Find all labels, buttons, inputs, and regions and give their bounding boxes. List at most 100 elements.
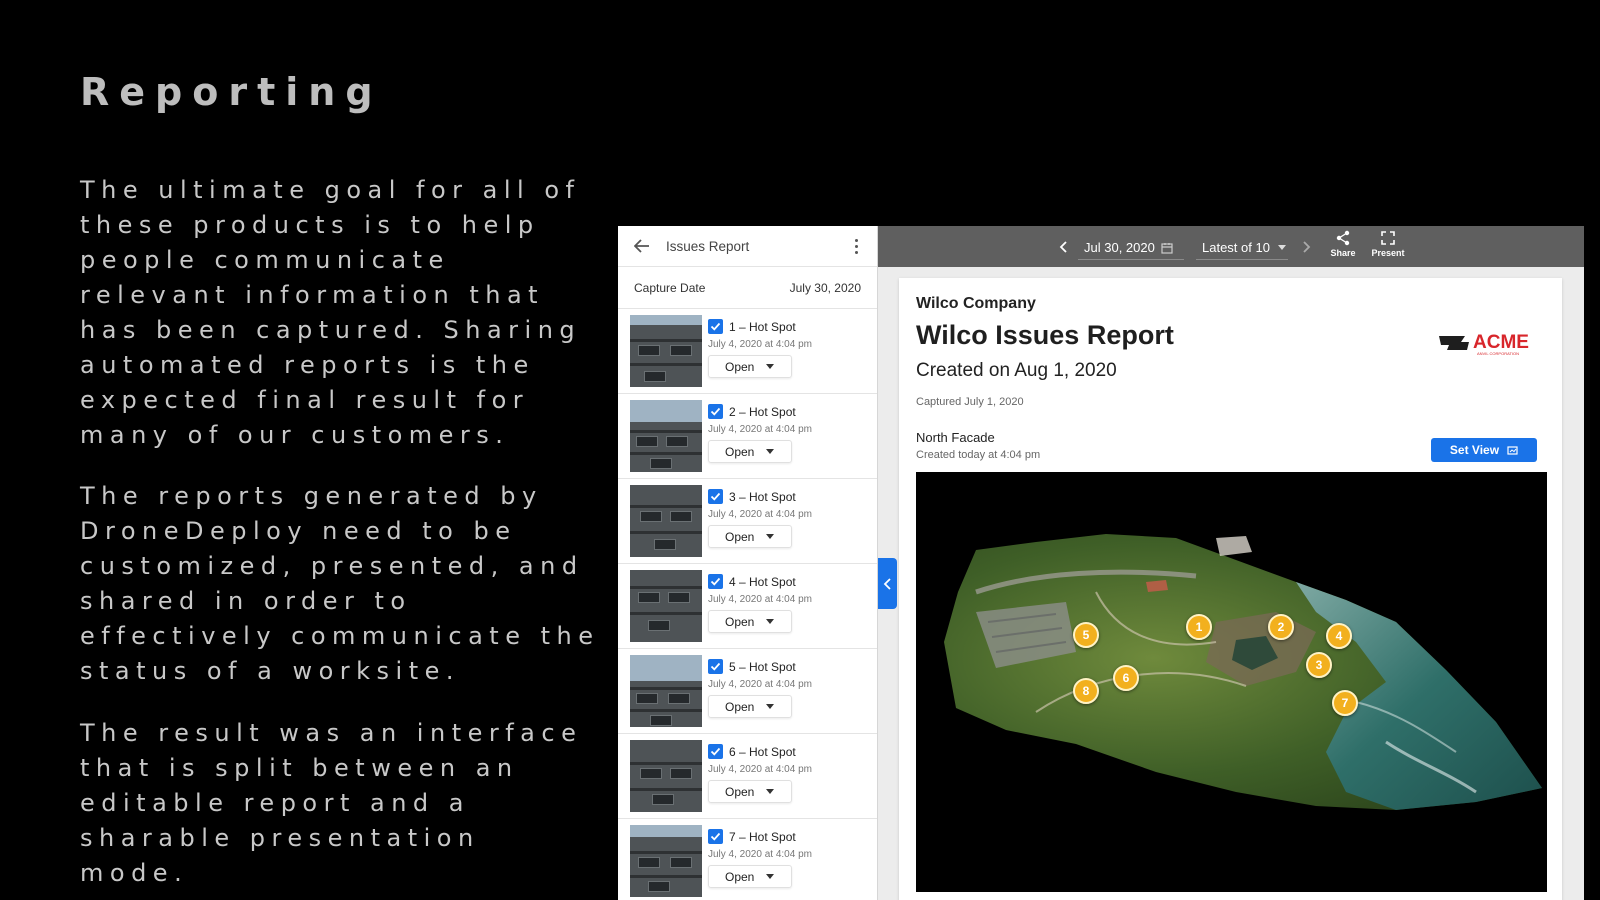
issue-marker[interactable]: 4	[1326, 623, 1352, 649]
svg-text:ACME: ACME	[1473, 332, 1529, 353]
version-value: Latest of 10	[1202, 240, 1270, 255]
issue-checkbox[interactable]	[708, 829, 723, 844]
status-dropdown[interactable]: Open	[708, 440, 792, 463]
share-label: Share	[1330, 248, 1356, 258]
issue-checkbox[interactable]	[708, 659, 723, 674]
issue-thumbnail	[630, 825, 702, 897]
acme-logo: ACME ANVIL CORPORATION	[1439, 332, 1529, 356]
status-dropdown[interactable]: Open	[708, 525, 792, 548]
issue-name: 4 – Hot Spot	[729, 574, 796, 589]
issue-thumbnail	[630, 655, 702, 727]
date-picker[interactable]: Jul 30, 2020	[1078, 236, 1184, 260]
version-dropdown[interactable]: Latest of 10	[1196, 236, 1288, 260]
status-dropdown[interactable]: Open	[708, 610, 792, 633]
issue-date: July 4, 2020 at 4:04 pm	[708, 594, 812, 605]
issue-list-item[interactable]: 5 – Hot Spot July 4, 2020 at 4:04 pm Ope…	[618, 649, 877, 734]
issue-checkbox[interactable]	[708, 489, 723, 504]
chevron-down-icon	[766, 449, 775, 454]
chevron-down-icon	[766, 364, 775, 369]
next-date-button[interactable]	[1296, 237, 1316, 257]
status-dropdown[interactable]: Open	[708, 695, 792, 718]
issue-list-item[interactable]: 6 – Hot Spot July 4, 2020 at 4:04 pm Ope…	[618, 734, 877, 819]
chevron-down-icon	[766, 789, 775, 794]
issue-thumbnail	[630, 315, 702, 387]
status-dropdown[interactable]: Open	[708, 355, 792, 378]
report-app-window: Issues Report Capture Date July 30, 2020…	[618, 226, 1584, 900]
issue-name: 5 – Hot Spot	[729, 659, 796, 674]
issue-list-item[interactable]: 3 – Hot Spot July 4, 2020 at 4:04 pm Ope…	[618, 479, 877, 564]
chevron-down-icon	[766, 534, 775, 539]
status-value: Open	[725, 444, 755, 459]
set-view-label: Set View	[1449, 443, 1500, 457]
capture-date-row: Capture Date July 30, 2020	[618, 267, 877, 309]
chevron-down-icon	[766, 619, 775, 624]
status-value: Open	[725, 359, 755, 374]
capture-date-value: July 30, 2020	[789, 280, 861, 295]
issue-name: 6 – Hot Spot	[729, 744, 796, 759]
issue-checkbox[interactable]	[708, 319, 723, 334]
issue-marker[interactable]: 7	[1332, 690, 1358, 716]
issue-name: 3 – Hot Spot	[729, 489, 796, 504]
status-value: Open	[725, 699, 755, 714]
report-title: Wilco Issues Report	[916, 320, 1174, 350]
issue-checkbox[interactable]	[708, 574, 723, 589]
issue-checkbox[interactable]	[708, 404, 723, 419]
status-value: Open	[725, 614, 755, 629]
issue-date: July 4, 2020 at 4:04 pm	[708, 849, 812, 860]
issue-marker[interactable]: 8	[1073, 678, 1099, 704]
report-created-date: Created on Aug 1, 2020	[916, 360, 1117, 381]
present-button[interactable]: Present	[1368, 230, 1408, 258]
view-name: North Facade	[916, 430, 995, 445]
issue-marker[interactable]: 3	[1306, 652, 1332, 678]
company-name: Wilco Company	[916, 295, 1036, 312]
report-toolbar: Jul 30, 2020 Latest of 10 Share Present	[878, 226, 1584, 267]
chevron-down-icon	[766, 704, 775, 709]
issue-thumbnail	[630, 570, 702, 642]
issue-list-item[interactable]: 2 – Hot Spot July 4, 2020 at 4:04 pm Ope…	[618, 394, 877, 479]
share-button[interactable]: Share	[1328, 230, 1358, 258]
slide-title: Reporting	[80, 70, 383, 114]
set-view-button[interactable]: Set View	[1431, 438, 1537, 462]
issue-list-item[interactable]: 4 – Hot Spot July 4, 2020 at 4:04 pm Ope…	[618, 564, 877, 649]
slide-paragraph: The ultimate goal for all of these produ…	[80, 176, 582, 449]
svg-text:ANVIL CORPORATION: ANVIL CORPORATION	[1477, 351, 1519, 356]
issue-date: July 4, 2020 at 4:04 pm	[708, 679, 812, 690]
issue-marker[interactable]: 6	[1113, 665, 1139, 691]
issue-list-item[interactable]: 7 – Hot Spot July 4, 2020 at 4:04 pm Ope…	[618, 819, 877, 900]
issue-list-item[interactable]: 1 – Hot Spot July 4, 2020 at 4:04 pm Ope…	[618, 309, 877, 394]
status-value: Open	[725, 784, 755, 799]
status-value: Open	[725, 529, 755, 544]
issue-name: 2 – Hot Spot	[729, 404, 796, 419]
issue-marker[interactable]: 1	[1186, 614, 1212, 640]
share-icon	[1336, 230, 1350, 246]
report-captured-date: Captured July 1, 2020	[916, 396, 1024, 408]
site-model-image	[944, 534, 1542, 810]
chevron-left-icon	[883, 577, 891, 590]
collapse-sidebar-button[interactable]	[878, 558, 897, 609]
fullscreen-icon	[1381, 231, 1395, 245]
issue-name: 1 – Hot Spot	[729, 319, 796, 334]
calendar-icon	[1161, 242, 1173, 254]
set-view-icon	[1507, 445, 1518, 455]
date-picker-value: Jul 30, 2020	[1084, 240, 1155, 255]
previous-date-button[interactable]	[1054, 237, 1074, 257]
issue-date: July 4, 2020 at 4:04 pm	[708, 424, 812, 435]
issue-date: July 4, 2020 at 4:04 pm	[708, 339, 812, 350]
capture-date-label: Capture Date	[634, 280, 706, 295]
slide-paragraph: The result was an interface that is spli…	[80, 719, 583, 887]
more-options-icon[interactable]	[849, 236, 863, 256]
status-dropdown[interactable]: Open	[708, 780, 792, 803]
issue-checkbox[interactable]	[708, 744, 723, 759]
issue-marker[interactable]: 2	[1268, 614, 1294, 640]
issue-marker[interactable]: 5	[1073, 622, 1099, 648]
chevron-down-icon	[1277, 245, 1286, 250]
issue-thumbnail	[630, 400, 702, 472]
slide-paragraph: The reports generated by DroneDeploy nee…	[80, 482, 600, 685]
status-dropdown[interactable]: Open	[708, 865, 792, 888]
back-arrow-icon[interactable]	[632, 236, 652, 256]
present-label: Present	[1371, 248, 1405, 258]
sidebar-title: Issues Report	[666, 238, 750, 254]
3d-site-model-view[interactable]: 5 1 2 4 3 6 8 7	[916, 472, 1547, 892]
issue-date: July 4, 2020 at 4:04 pm	[708, 764, 812, 775]
chevron-left-icon	[1059, 241, 1067, 253]
